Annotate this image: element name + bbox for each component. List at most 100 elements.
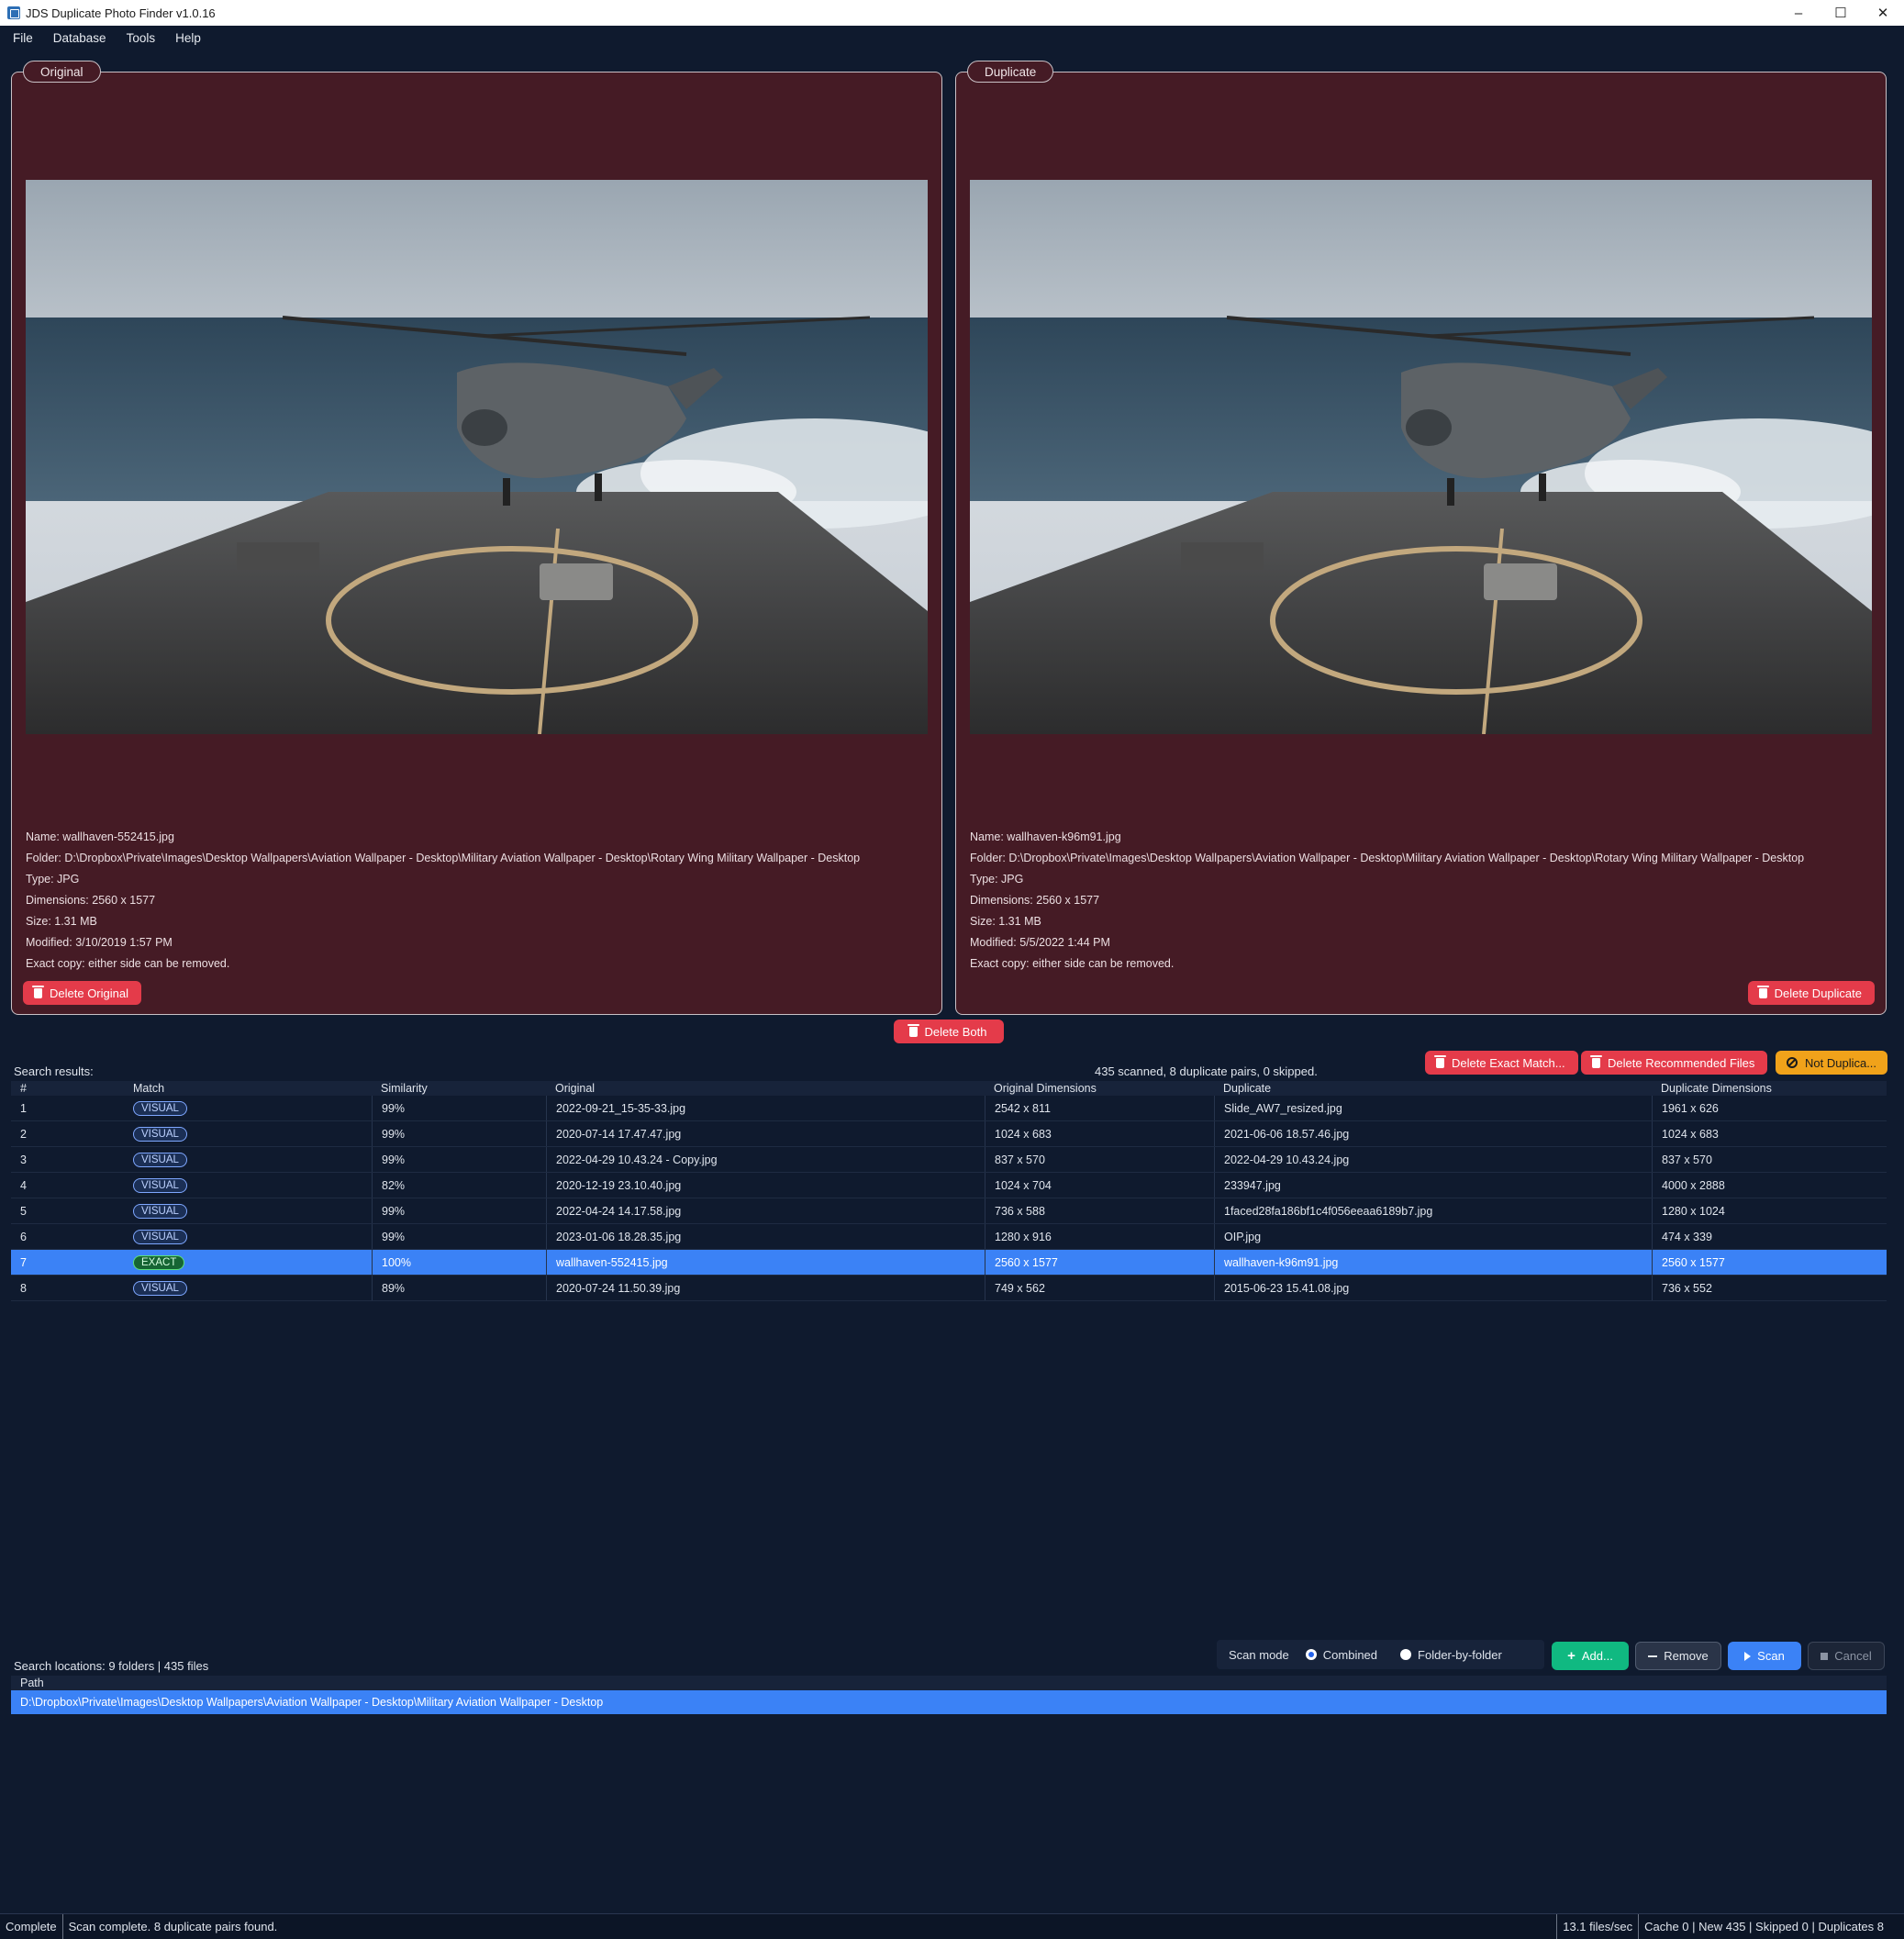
- row-match: VISUAL: [124, 1173, 372, 1198]
- remove-label: Remove: [1664, 1649, 1709, 1663]
- row-duplicate-dimensions: 2560 x 1577: [1652, 1250, 1887, 1275]
- status-state: Complete: [0, 1914, 63, 1939]
- scan-mode-label: Scan mode: [1229, 1647, 1289, 1662]
- row-duplicate: 233947.jpg: [1214, 1173, 1652, 1198]
- row-index: 8: [20, 1281, 27, 1295]
- table-row[interactable]: 4 VISUAL 82% 2020-12-19 23.10.40.jpg 1024 x …: [11, 1173, 1887, 1198]
- row-match: VISUAL: [124, 1121, 372, 1146]
- row-duplicate: 2015-06-23 15.41.08.jpg: [1214, 1276, 1652, 1300]
- row-similarity: 99%: [372, 1121, 546, 1146]
- row-index: 6: [20, 1230, 27, 1243]
- col-header-duplicate-dimensions[interactable]: Duplicate Dimensions: [1652, 1081, 1887, 1096]
- row-match: EXACT: [124, 1250, 372, 1275]
- scan-mode-folder-by-folder[interactable]: Folder-by-folder: [1400, 1648, 1502, 1662]
- row-duplicate-dimensions: 474 x 339: [1652, 1224, 1887, 1249]
- delete-recommended-button[interactable]: Delete Recommended Files: [1581, 1051, 1768, 1075]
- duplicate-folder: Folder: D:\Dropbox\Private\Images\Deskto…: [970, 852, 1805, 864]
- match-badge: VISUAL: [133, 1203, 187, 1219]
- row-duplicate-dimensions: 4000 x 2888: [1652, 1173, 1887, 1198]
- table-row[interactable]: 3 VISUAL 99% 2022-04-29 10.43.24 - Copy.jpg…: [11, 1147, 1887, 1173]
- delete-exact-matches-button[interactable]: Delete Exact Match...: [1425, 1051, 1578, 1075]
- row-duplicate: 2021-06-06 18.57.46.jpg: [1214, 1121, 1652, 1146]
- col-header-similarity[interactable]: Similarity: [372, 1081, 546, 1096]
- minimize-icon[interactable]: –: [1777, 0, 1820, 26]
- row-original-dimensions: 2560 x 1577: [985, 1250, 1214, 1275]
- row-similarity: 89%: [372, 1276, 546, 1300]
- delete-original-button[interactable]: Delete Original: [23, 981, 141, 1005]
- match-badge: VISUAL: [133, 1177, 187, 1193]
- ban-icon: [1787, 1057, 1798, 1068]
- duplicate-type: Type: JPG: [970, 873, 1024, 886]
- row-original-dimensions: 837 x 570: [985, 1147, 1214, 1172]
- scan-label: Scan: [1757, 1649, 1785, 1663]
- cancel-button[interactable]: Cancel: [1808, 1642, 1885, 1670]
- stop-icon: [1820, 1652, 1829, 1660]
- table-row[interactable]: 5 VISUAL 99% 2022-04-24 14.17.58.jpg 736 x 5…: [11, 1198, 1887, 1224]
- col-header-original-dimensions[interactable]: Original Dimensions: [985, 1081, 1214, 1096]
- original-image-preview[interactable]: [26, 180, 928, 734]
- col-header-duplicate[interactable]: Duplicate: [1214, 1081, 1652, 1096]
- col-header-index[interactable]: #: [11, 1081, 124, 1096]
- table-row[interactable]: 8 VISUAL 89% 2020-07-24 11.50.39.jpg 749 x 5…: [11, 1276, 1887, 1301]
- menu-tools[interactable]: Tools: [127, 31, 156, 45]
- duplicate-modified: Modified: 5/5/2022 1:44 PM: [970, 936, 1110, 949]
- scan-mode-combined-label: Combined: [1322, 1647, 1378, 1662]
- cancel-label: Cancel: [1834, 1649, 1872, 1663]
- row-original: 2020-12-19 23.10.40.jpg: [546, 1173, 985, 1198]
- status-rate: 13.1 files/sec: [1556, 1914, 1638, 1939]
- not-duplicate-button[interactable]: Not Duplica...: [1776, 1051, 1888, 1075]
- remove-folder-button[interactable]: Remove: [1635, 1642, 1721, 1670]
- delete-original-label: Delete Original: [50, 986, 128, 1000]
- row-duplicate-dimensions: 736 x 552: [1652, 1276, 1887, 1300]
- location-row[interactable]: D:\Dropbox\Private\Images\Desktop Wallpa…: [11, 1690, 1887, 1714]
- results-table-header: # Match Similarity Original Original Dim…: [11, 1081, 1887, 1096]
- original-type: Type: JPG: [26, 873, 80, 886]
- row-match: VISUAL: [124, 1198, 372, 1223]
- row-duplicate: OIP.jpg: [1214, 1224, 1652, 1249]
- locations-table-header: Path: [11, 1676, 1887, 1690]
- col-header-match[interactable]: Match: [124, 1081, 372, 1096]
- col-header-path[interactable]: Path: [20, 1677, 44, 1689]
- original-file-info: Name: wallhaven-552415.jpg Folder: D:\Dr…: [26, 827, 860, 975]
- duplicate-image-preview[interactable]: [970, 180, 1872, 734]
- delete-both-label: Delete Both: [924, 1024, 987, 1039]
- row-original: 2022-04-24 14.17.58.jpg: [546, 1198, 985, 1223]
- table-row[interactable]: 7 EXACT 100% wallhaven-552415.jpg 2560 x 157…: [11, 1250, 1887, 1276]
- row-duplicate-dimensions: 1024 x 683: [1652, 1121, 1887, 1146]
- delete-duplicate-label: Delete Duplicate: [1774, 986, 1862, 1000]
- menu-help[interactable]: Help: [175, 31, 201, 45]
- app-icon: [7, 6, 20, 19]
- scan-mode-group: Scan mode Combined Folder-by-folder: [1217, 1640, 1544, 1669]
- row-original-dimensions: 749 x 562: [985, 1276, 1214, 1300]
- title-bar: JDS Duplicate Photo Finder v1.0.16 – ☐ ✕: [0, 0, 1904, 26]
- add-folder-button[interactable]: + Add...: [1552, 1642, 1629, 1670]
- window-title: JDS Duplicate Photo Finder v1.0.16: [26, 6, 216, 20]
- table-row[interactable]: 6 VISUAL 99% 2023-01-06 18.28.35.jpg 1280 x …: [11, 1224, 1887, 1250]
- row-similarity: 99%: [372, 1198, 546, 1223]
- row-duplicate: wallhaven-k96m91.jpg: [1214, 1250, 1652, 1275]
- delete-duplicate-button[interactable]: Delete Duplicate: [1747, 981, 1875, 1005]
- delete-exact-label: Delete Exact Match...: [1452, 1055, 1565, 1070]
- status-bar: Complete Scan complete. 8 duplicate pair…: [0, 1913, 1904, 1939]
- minus-icon: [1648, 1655, 1658, 1657]
- radio-selected-icon[interactable]: [1305, 1649, 1317, 1660]
- table-row[interactable]: 2 VISUAL 99% 2020-07-14 17.47.47.jpg 1024 x …: [11, 1121, 1887, 1147]
- duplicate-panel: Duplicate Name: wallhaven-k96m91.jpg Fol…: [955, 61, 1887, 1015]
- scan-mode-combined[interactable]: Combined: [1305, 1647, 1378, 1662]
- row-match: VISUAL: [124, 1224, 372, 1249]
- menu-file[interactable]: File: [13, 31, 33, 45]
- delete-both-button[interactable]: Delete Both: [894, 1020, 1004, 1043]
- menu-database[interactable]: Database: [53, 31, 106, 45]
- radio-unselected-icon[interactable]: [1400, 1649, 1412, 1660]
- row-index: 3: [20, 1153, 27, 1166]
- table-row[interactable]: 1 VISUAL 99% 2022-09-21_15-35-33.jpg 2542 x …: [11, 1096, 1887, 1121]
- window-controls: – ☐ ✕: [1777, 0, 1904, 26]
- maximize-icon[interactable]: ☐: [1820, 0, 1862, 26]
- row-original-dimensions: 1024 x 683: [985, 1121, 1214, 1146]
- row-index: 5: [20, 1204, 27, 1218]
- scan-button[interactable]: Scan: [1728, 1642, 1801, 1670]
- close-icon[interactable]: ✕: [1862, 0, 1904, 26]
- row-index: 1: [20, 1101, 27, 1115]
- col-header-original[interactable]: Original: [546, 1081, 985, 1096]
- row-duplicate-dimensions: 837 x 570: [1652, 1147, 1887, 1172]
